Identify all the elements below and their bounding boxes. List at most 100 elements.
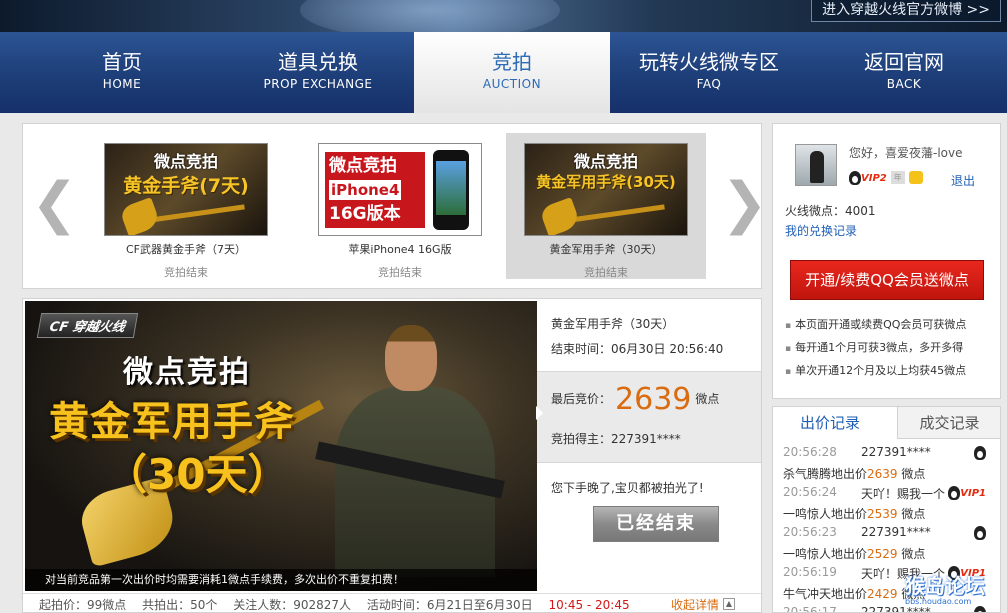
record-message: 一鸣惊人地出价2529 微点 — [783, 547, 926, 561]
record-time: 20:56:23 — [783, 525, 837, 539]
record-time: 20:56:28 — [783, 445, 837, 459]
product-status: 竞拍结束 — [378, 266, 422, 279]
ended-button[interactable]: 已经结束 — [593, 506, 719, 542]
nav-prop-exchange[interactable]: 道具兑换 PROP EXCHANGE — [222, 32, 414, 113]
tip-item: 单次开通12个月及以上均获45微点 — [785, 360, 966, 383]
tip-item: 本页面开通或续费QQ会员可获微点 — [785, 314, 966, 337]
watermark-main: 猴岛论坛 — [905, 574, 985, 598]
product-name: 黄金军用手斧（30天） — [549, 243, 663, 256]
nav-auction[interactable]: 竞拍 AUCTION — [414, 32, 610, 113]
sun-badge-icon — [908, 171, 923, 184]
auction-stats-bar: 起拍价：99微点 共拍出：50个 关注人数：902827人 活动时间：6月21日… — [23, 593, 763, 613]
user-panel: 您好，喜爱夜藩-love VIP2 年 退出 火线微点：4001 我的兑换记录 开… — [772, 123, 1001, 399]
collapse-details-link[interactable]: 收起详情 — [671, 594, 719, 613]
last-bid-price: 2639 — [615, 382, 692, 417]
weibo-link[interactable]: 进入穿越火线官方微博 >> — [811, 0, 1001, 22]
activity-hours: 10:45 - 20:45 — [548, 598, 630, 612]
thumb-red-box: 微点竞拍 iPhone4 16G版本 — [325, 152, 425, 228]
nav-back-label: 返回官网 — [864, 50, 944, 74]
record-user: 天吖！赐我一个 — [861, 487, 946, 501]
product-carousel: ❮ 微点竞拍 黄金手斧(7天) CF武器黄金手斧（7天） 竞拍结束 微点竞拍 i… — [22, 123, 768, 289]
qq-penguin-icon — [974, 445, 986, 460]
nav-auction-sublabel: AUCTION — [482, 77, 542, 91]
collapse-icon[interactable]: ▲ — [723, 598, 735, 610]
end-time: 结束时间：06月30日 20:56:40 — [551, 342, 724, 356]
last-bid-unit: 微点 — [695, 392, 720, 406]
product-thumb: 微点竞拍 黄金军用手斧(30天) — [524, 143, 688, 236]
tab-bid-records[interactable]: 出价记录 — [773, 407, 887, 439]
record-message: 杀气腾腾地出价2639 微点 — [783, 467, 926, 481]
qq-penguin-icon — [849, 170, 861, 185]
tips-list: 本页面开通或续费QQ会员可获微点 每开通1个月可获3微点，多开多得 单次开通12… — [785, 314, 966, 383]
hero-duration: （30天） — [105, 450, 290, 499]
points-balance: 火线微点：4001 — [785, 204, 876, 218]
record-time: 20:56:17 — [783, 605, 837, 613]
bid-summary: 最后竞价： 2639 微点 竞拍得主：227391**** — [536, 371, 761, 463]
nav-home-label: 首页 — [102, 50, 142, 74]
thumb-subtitle: 黄金手斧(7天) — [123, 175, 249, 197]
carousel-next-icon[interactable]: ❯ — [721, 174, 768, 234]
nav-prop-exchange-label: 道具兑换 — [278, 50, 358, 74]
thumb-title: 微点竞拍 — [573, 152, 638, 171]
item-name: 黄金军用手斧（30天） — [551, 317, 675, 331]
axe-blade-shape — [118, 197, 162, 235]
nav-faq-label: 玩转火线微专区 — [639, 50, 779, 74]
nav-faq[interactable]: 玩转火线微专区 FAQ — [610, 32, 808, 113]
banner-glow — [300, 0, 560, 32]
start-price: 起拍价：99微点 — [39, 598, 127, 612]
product-thumb: 微点竞拍 iPhone4 16G版本 — [318, 143, 482, 236]
nav-home[interactable]: 首页 HOME — [30, 32, 214, 113]
winner: 竞拍得主：227391**** — [551, 432, 681, 446]
nav-home-sublabel: HOME — [102, 77, 142, 91]
qq-member-button[interactable]: 开通/续费QQ会员送微点 — [790, 260, 984, 300]
logout-link[interactable]: 退出 — [951, 172, 975, 189]
main-nav: 首页 HOME 道具兑换 PROP EXCHANGE 竞拍 AUCTION 玩转… — [0, 32, 1007, 113]
nav-back[interactable]: 返回官网 BACK — [808, 32, 1000, 113]
watchers-count: 关注人数：902827人 — [233, 598, 352, 612]
thumb-title: 微点竞拍 — [329, 156, 397, 176]
cf-logo: CF 穿越火线 — [36, 313, 139, 338]
list-item: 20:56:24 天吖！赐我一个 VIP1 一鸣惊人地出价2539 微点 — [783, 483, 998, 523]
pointer-arrow-icon — [536, 406, 543, 420]
info-header: 黄金军用手斧（30天） 结束时间：06月30日 20:56:40 — [537, 301, 761, 371]
qq-penguin-icon — [974, 605, 986, 612]
avatar — [795, 144, 837, 186]
list-item: 20:56:28 227391**** 杀气腾腾地出价2639 微点 — [783, 443, 998, 483]
thumb-subtitle: 黄金军用手斧(30天) — [536, 173, 676, 191]
product-status: 竞拍结束 — [584, 266, 628, 279]
late-message: 您下手晚了,宝贝都被拍光了! — [551, 481, 704, 495]
iphone-icon — [433, 150, 469, 230]
record-user: 227391**** — [861, 525, 931, 539]
product-card-golden-axe-7d[interactable]: 微点竞拍 黄金手斧(7天) CF武器黄金手斧（7天） 竞拍结束 — [86, 133, 286, 279]
nav-back-sublabel: BACK — [886, 77, 922, 91]
activity-label: 活动时间：6月21日至6月30日 — [366, 598, 533, 612]
thumb-line2: iPhone4 — [329, 180, 402, 200]
hero-image: CF 穿越火线 微点竞拍 黄金军用手斧 （30天） 对当前竞品第一次出价时均需要… — [25, 301, 537, 591]
thumb-line3: 16G版本 — [329, 204, 401, 224]
hero-title: 微点竞拍 — [123, 355, 251, 390]
thumb-title: 微点竞拍 — [153, 152, 218, 171]
product-name: 苹果iPhone4 16G版 — [348, 243, 452, 256]
record-time: 20:56:24 — [783, 485, 837, 499]
top-banner: 进入穿越火线官方微博 >> — [0, 0, 1007, 32]
qq-penguin-icon — [974, 525, 986, 540]
nav-auction-label: 竞拍 — [492, 50, 532, 74]
record-user: 227391**** — [861, 445, 931, 459]
user-badges: VIP2 年 — [849, 170, 923, 185]
product-card-golden-axe-30d[interactable]: 微点竞拍 黄金军用手斧(30天) 黄金军用手斧（30天） 竞拍结束 — [506, 133, 706, 279]
qq-penguin-icon: VIP1 — [948, 485, 986, 500]
redeem-history-link[interactable]: 我的兑换记录 — [785, 222, 857, 239]
tab-deal-records[interactable]: 成交记录 — [897, 407, 1000, 439]
nav-prop-exchange-sublabel: PROP EXCHANGE — [263, 77, 373, 91]
last-bid: 最后竞价： 2639 微点 — [551, 382, 719, 417]
axe-blade-shape — [538, 197, 582, 235]
activity-time: 活动时间：6月21日至6月30日 10:45 - 20:45 — [367, 598, 642, 612]
watermark-sub: bbs.houdao.com — [905, 597, 972, 606]
product-card-iphone4[interactable]: 微点竞拍 iPhone4 16G版本 苹果iPhone4 16G版 竞拍结束 — [300, 133, 500, 279]
nav-faq-sublabel: FAQ — [696, 77, 722, 91]
record-user: 227391**** — [861, 605, 931, 613]
fee-notice: 对当前竞品第一次出价时均需要消耗1微点手续费，多次出价不重复扣费！ — [25, 569, 537, 591]
record-time: 20:56:19 — [783, 565, 837, 579]
carousel-prev-icon[interactable]: ❮ — [31, 174, 78, 234]
greeting: 您好，喜爱夜藩-love — [849, 146, 963, 160]
